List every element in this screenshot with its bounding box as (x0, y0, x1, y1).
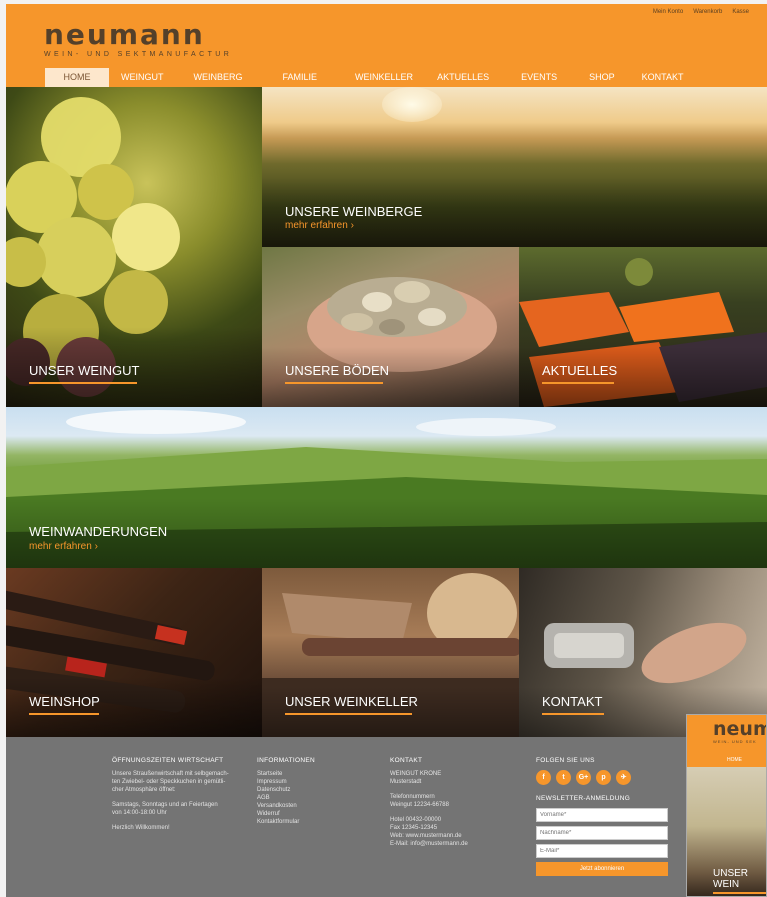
email-field[interactable] (536, 844, 668, 858)
tile-unsere-weinberge[interactable]: UNSERE WEINBERGE mehr erfahren › (262, 87, 767, 247)
main-nav: HOME WEINGUT WEINBERG FAMILIE WEINKELLER… (45, 68, 694, 87)
subscribe-button[interactable]: Jetzt abonnieren (536, 862, 668, 876)
thumb-nav: HOME (687, 753, 766, 767)
site-footer: ÖFFNUNGSZEITEN WIRTSCHAFT Unsere Strauße… (6, 737, 767, 897)
nav-aktuelles[interactable]: AKTUELLES (426, 68, 510, 87)
tile-unser-weingut[interactable]: UNSER WEINGUT (6, 87, 262, 407)
nav-weinberg[interactable]: WEINBERG (183, 68, 272, 87)
tile-unser-weinkeller[interactable]: UNSER WEINKELLER (262, 568, 519, 737)
link-warenkorb[interactable]: Warenkorb (693, 9, 722, 15)
tripadvisor-icon[interactable]: ✈ (616, 770, 631, 785)
caption-underline (285, 382, 383, 384)
footer-hours-title: ÖFFNUNGSZEITEN WIRTSCHAFT (112, 757, 224, 764)
caption-underline (542, 382, 614, 384)
nav-weingut[interactable]: WEINGUT (110, 68, 183, 87)
brand-name: neumann (44, 18, 205, 51)
footer-contact: KONTAKT WEINGUT KRONE Musterstadt Telefo… (390, 757, 510, 848)
tile-weinshop[interactable]: WEINSHOP (6, 568, 262, 737)
tile-caption: AKTUELLES (542, 363, 618, 378)
link-mein-konto[interactable]: Mein Konto (653, 9, 683, 15)
sun-shape (382, 87, 442, 122)
tile-unsere-boeden[interactable]: UNSERE BÖDEN (262, 247, 519, 407)
more-link[interactable]: mehr erfahren › (285, 220, 354, 231)
facebook-icon[interactable]: f (536, 770, 551, 785)
footer-email-link[interactable]: E-Mail: info@mustermann.de (390, 840, 510, 848)
thumb-caption: UNSER WEIN (713, 868, 749, 890)
pinterest-icon[interactable]: p (596, 770, 611, 785)
link-kasse[interactable]: Kasse (732, 9, 749, 15)
account-links: Mein Konto Warenkorb Kasse (653, 9, 749, 15)
tile-caption: UNSER WEINGUT (29, 363, 140, 378)
tile-caption: UNSERE WEINBERGE (285, 204, 423, 219)
nav-familie[interactable]: FAMILIE (272, 68, 345, 87)
nav-home[interactable]: HOME (45, 68, 109, 87)
footer-link-datenschutz[interactable]: Datenschutz (257, 786, 357, 794)
footer-web-link[interactable]: Web: www.mustermann.de (390, 832, 510, 840)
nav-events[interactable]: EVENTS (510, 68, 578, 87)
footer-link-widerruf[interactable]: Widerruf (257, 810, 357, 818)
footer-newsletter: FOLGEN SIE UNS f t G+ p ✈ NEWSLETTER-ANM… (536, 757, 676, 876)
thumb-logo: neum (713, 718, 767, 740)
nav-weinkeller[interactable]: WEINKELLER (344, 68, 426, 87)
footer-follow-title: FOLGEN SIE UNS (536, 757, 595, 764)
google-plus-icon[interactable]: G+ (576, 770, 591, 785)
tile-weinwanderungen[interactable]: WEINWANDERUNGEN mehr erfahren › (6, 407, 767, 568)
footer-contact-title: KONTAKT (390, 757, 423, 764)
nav-kontakt[interactable]: KONTAKT (631, 68, 695, 87)
footer-link-versandkosten[interactable]: Versandkosten (257, 802, 357, 810)
footer-link-impressum[interactable]: Impressum (257, 778, 357, 786)
caption-underline (542, 713, 604, 715)
tile-caption: UNSER WEINKELLER (285, 694, 418, 709)
thumb-image: UNSER WEIN (687, 767, 766, 896)
footer-link-agb[interactable]: AGB (257, 794, 357, 802)
twitter-icon[interactable]: t (556, 770, 571, 785)
newsletter-title: NEWSLETTER-ANMELDUNG (536, 795, 631, 802)
last-name-field[interactable] (536, 826, 668, 840)
tile-caption: WEINSHOP (29, 694, 100, 709)
caption-underline (29, 382, 137, 384)
footer-link-startseite[interactable]: Startseite (257, 770, 357, 778)
page: neumann WEIN- UND SEKTMANUFACTUR Mein Ko… (0, 0, 767, 897)
footer-link-kontaktformular[interactable]: Kontaktformular (257, 818, 357, 826)
footer-hours: ÖFFNUNGSZEITEN WIRTSCHAFT Unsere Strauße… (112, 757, 247, 832)
social-icons: f t G+ p ✈ (536, 770, 676, 785)
first-name-field[interactable] (536, 808, 668, 822)
caption-underline (285, 713, 412, 715)
brand-tagline: WEIN- UND SEKTMANUFACTUR (44, 51, 233, 58)
preview-thumbnail: neum WEIN- UND SEK HOME UNSER WEIN (686, 714, 767, 897)
brand-logo[interactable]: neumann WEIN- UND SEKTMANUFACTUR (44, 18, 233, 59)
nav-shop[interactable]: SHOP (578, 68, 631, 87)
tile-caption: KONTAKT (542, 694, 603, 709)
caption-underline (29, 713, 99, 715)
tile-kontakt[interactable]: KONTAKT (519, 568, 767, 737)
tile-aktuelles[interactable]: AKTUELLES (519, 247, 767, 407)
more-link[interactable]: mehr erfahren › (29, 541, 98, 552)
site-header: neumann WEIN- UND SEKTMANUFACTUR Mein Ko… (6, 4, 767, 87)
tile-caption: WEINWANDERUNGEN (29, 524, 168, 539)
footer-info-title: INFORMATIONEN (257, 757, 315, 764)
tile-caption: UNSERE BÖDEN (285, 363, 390, 378)
footer-information: INFORMATIONEN Startseite Impressum Daten… (257, 757, 357, 826)
